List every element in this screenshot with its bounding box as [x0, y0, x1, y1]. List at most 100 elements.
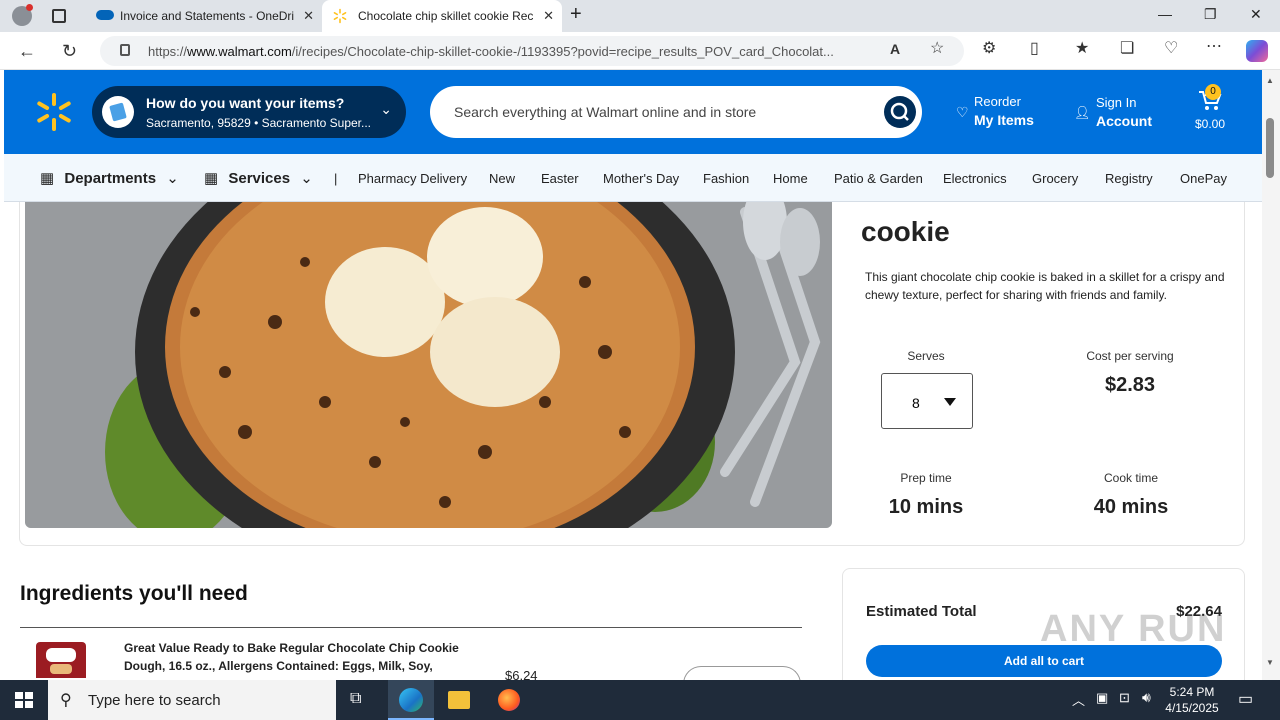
- new-tab-icon[interactable]: +: [570, 3, 582, 26]
- scroll-up-icon[interactable]: ▲: [1266, 76, 1274, 85]
- tab-onedrive[interactable]: Invoice and Statements - OneDri ✕: [86, 0, 322, 32]
- walmart-header: How do you want your items? Sacramento, …: [4, 70, 1262, 154]
- delivery-title: How do you want your items?: [146, 95, 345, 111]
- caret-down-icon: [944, 398, 956, 406]
- reorder-link[interactable]: ♡ Reorder My Items: [956, 94, 1034, 128]
- chevron-down-icon: ⌄: [300, 170, 313, 187]
- walmart-spark-icon[interactable]: [34, 92, 74, 132]
- nav-item-mothers-day[interactable]: Mother's Day: [603, 171, 679, 186]
- grid-icon: ▦: [40, 170, 55, 187]
- ingredient-name[interactable]: Great Value Ready to Bake Regular Chocol…: [124, 639, 484, 675]
- nav-item-home[interactable]: Home: [773, 171, 808, 186]
- scroll-down-icon[interactable]: ▼: [1266, 658, 1274, 667]
- ingredient-image[interactable]: [36, 642, 86, 678]
- tab-walmart-recipe[interactable]: Chocolate chip skillet cookie Rec ✕: [322, 0, 562, 32]
- cook-time-label: Cook time: [1103, 471, 1159, 485]
- nav-item-registry[interactable]: Registry: [1105, 171, 1153, 186]
- edge-taskbar-icon[interactable]: [388, 680, 434, 720]
- chevron-down-icon: ⌄: [166, 170, 179, 187]
- taskbar-search-input[interactable]: Type here to search: [88, 692, 221, 709]
- scrollbar-thumb[interactable]: [1266, 118, 1274, 178]
- nav-item-grocery[interactable]: Grocery: [1032, 171, 1078, 186]
- reorder-label: Reorder: [974, 94, 1021, 109]
- reorder-sub: My Items: [974, 112, 1034, 128]
- delivery-location: Sacramento, 95829 • Sacramento Super...: [146, 116, 371, 130]
- url-domain: www.walmart.com: [187, 43, 292, 59]
- more-options-icon[interactable]: ⋯: [1206, 39, 1222, 55]
- signin-label: Sign In: [1096, 95, 1137, 110]
- taskbar-search[interactable]: ⚲ Type here to search: [48, 680, 336, 720]
- delivery-selector[interactable]: How do you want your items? Sacramento, …: [92, 86, 406, 138]
- ingredients-heading: Ingredients you'll need: [20, 582, 248, 605]
- tab-title: Invoice and Statements - OneDri: [120, 9, 295, 23]
- show-hidden-icons[interactable]: ︿: [1072, 690, 1085, 709]
- favorite-star-icon[interactable]: ☆: [930, 41, 944, 57]
- prep-time-label: Prep time: [900, 471, 952, 485]
- firefox-icon[interactable]: [498, 689, 520, 711]
- heart-icon: ♡: [956, 104, 969, 120]
- refresh-icon[interactable]: ↻: [62, 42, 77, 60]
- search-input[interactable]: Search everything at Walmart online and …: [454, 104, 756, 120]
- clock-date: 4/15/2025: [1165, 701, 1219, 715]
- taskbar-clock[interactable]: 5:24 PM 4/15/2025: [1160, 684, 1224, 716]
- close-tab-icon[interactable]: ✕: [303, 8, 314, 24]
- prep-time-value: 10 mins: [888, 496, 964, 518]
- nav-item-onepay[interactable]: OnePay: [1180, 171, 1227, 186]
- notifications-icon[interactable]: ▭: [1238, 689, 1253, 709]
- read-aloud-icon[interactable]: A: [890, 42, 900, 56]
- serves-select[interactable]: 8: [881, 373, 973, 429]
- signin-sub: Account: [1096, 113, 1152, 129]
- split-screen-icon[interactable]: ▯: [1030, 41, 1039, 57]
- back-icon[interactable]: ←: [18, 42, 36, 60]
- nav-item-easter[interactable]: Easter: [541, 171, 579, 186]
- collections-icon[interactable]: ❏: [1120, 41, 1134, 57]
- cook-time-value: 40 mins: [1093, 496, 1169, 518]
- close-tab-icon[interactable]: ✕: [543, 8, 554, 24]
- search-icon: ⚲: [60, 692, 72, 709]
- volume-icon[interactable]: 🔊︎: [1142, 689, 1151, 706]
- favorites-icon[interactable]: ★: [1075, 41, 1089, 57]
- nav-item-fashion[interactable]: Fashion: [703, 171, 749, 186]
- task-view-icon[interactable]: ⧉: [350, 690, 361, 708]
- serves-value: 8: [912, 395, 920, 411]
- nav-item-electronics[interactable]: Electronics: [943, 171, 1007, 186]
- vertical-scrollbar[interactable]: ▲ ▼: [1262, 70, 1280, 680]
- delivery-icon: [102, 96, 134, 128]
- profile-icon[interactable]: [12, 4, 33, 26]
- services-menu[interactable]: ▦ Services ⌄: [204, 169, 313, 187]
- search-button[interactable]: [884, 96, 916, 128]
- cost-per-serving-label: Cost per serving: [1086, 349, 1174, 363]
- browser-tab-strip: Invoice and Statements - OneDri ✕ Chocol…: [0, 0, 1280, 32]
- tab-title: Chocolate chip skillet cookie Rec: [358, 9, 534, 23]
- windows-taskbar: ⚲ Type here to search ⧉ ︿ ▣ ⊡ 🔊︎ 5:24 PM…: [0, 680, 1280, 720]
- copilot-icon[interactable]: [1246, 40, 1268, 62]
- nav-item-pharmacy-delivery[interactable]: Pharmacy Delivery: [358, 171, 467, 186]
- nav-separator: |: [334, 171, 338, 186]
- cost-per-serving-value: $2.83: [1104, 374, 1156, 396]
- close-window-icon[interactable]: ✕: [1250, 6, 1262, 23]
- search-icon: [890, 102, 909, 121]
- clock-time: 5:24 PM: [1169, 685, 1215, 699]
- departments-label: Departments: [64, 170, 157, 187]
- search-bar[interactable]: Search everything at Walmart online and …: [430, 86, 922, 138]
- cart-total: $0.00: [1194, 117, 1226, 131]
- file-explorer-icon[interactable]: [448, 691, 470, 709]
- nav-item-patio-garden[interactable]: Patio & Garden: [834, 171, 923, 186]
- windows-start-icon[interactable]: [15, 692, 33, 708]
- url-path: /i/recipes/Chocolate-chip-skillet-cookie…: [291, 43, 834, 59]
- minimize-icon[interactable]: —: [1158, 6, 1172, 22]
- maximize-icon[interactable]: ❐: [1204, 6, 1217, 23]
- url-field[interactable]: https://www.walmart.com/i/recipes/Chocol…: [100, 36, 964, 66]
- services-grid-icon: ▦: [204, 170, 219, 187]
- recipe-title: cookie: [861, 216, 950, 247]
- meet-now-icon[interactable]: ▣: [1096, 690, 1108, 706]
- browser-essentials-icon[interactable]: ♡: [1164, 41, 1178, 57]
- nav-item-new[interactable]: New: [489, 171, 515, 186]
- departments-menu[interactable]: ▦ Departments ⌄: [40, 169, 179, 187]
- tab-actions-icon[interactable]: [52, 9, 66, 23]
- network-icon[interactable]: ⊡: [1119, 690, 1130, 706]
- signin-link[interactable]: 👤︎ Sign In Account: [1074, 95, 1152, 129]
- divider: [20, 627, 802, 628]
- estimated-total-label: Estimated Total: [866, 603, 977, 620]
- extensions-icon[interactable]: ⚙: [982, 41, 996, 57]
